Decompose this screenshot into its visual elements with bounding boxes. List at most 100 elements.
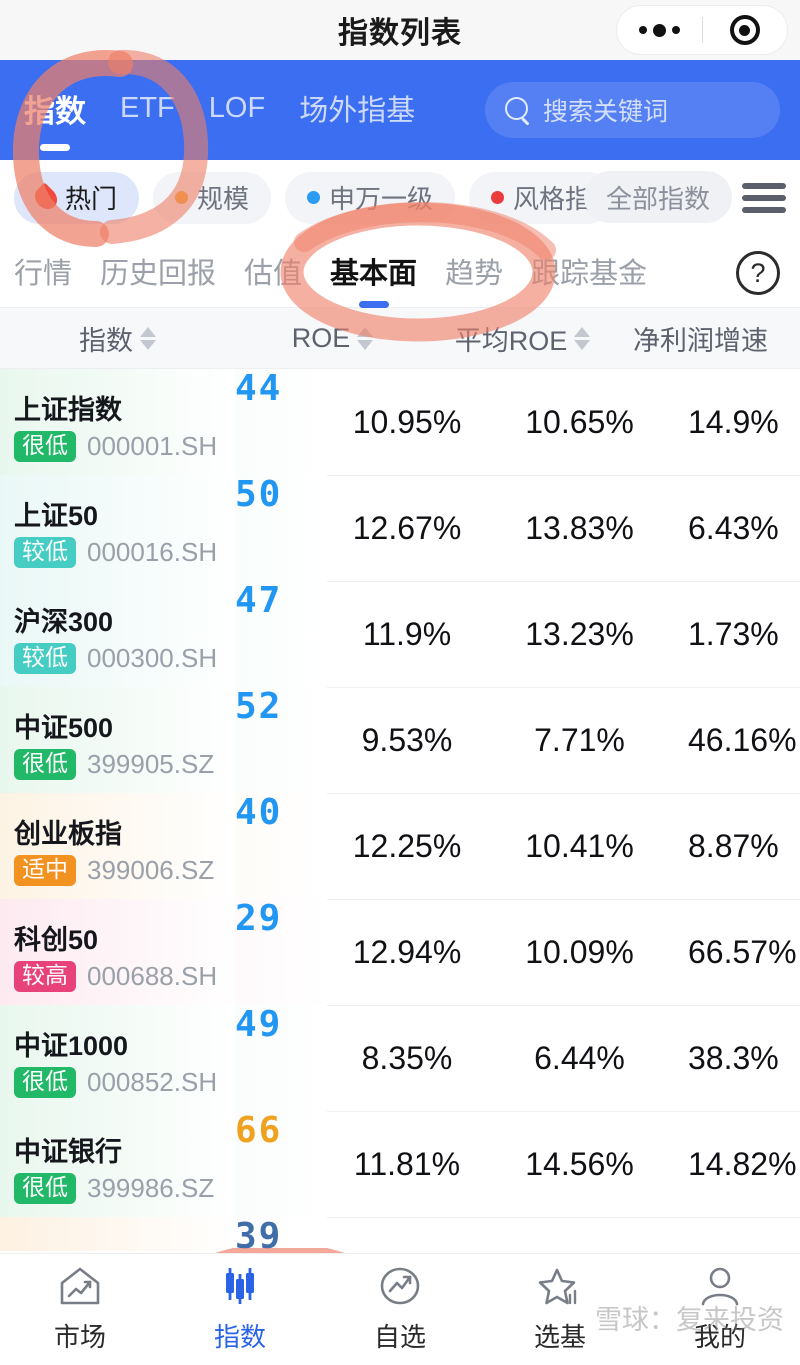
candlestick-icon [217,1265,263,1307]
avg-roe-cell: 7.71% [534,721,625,758]
table-row[interactable]: 中证银行 很低 399986.SZ 66 11.81% 14.56% 14.82% [0,1111,800,1217]
column-header-index[interactable]: 指数 [0,319,235,358]
lcd-score: 47 [235,580,283,621]
subtab-historical-return[interactable]: 历史回报 [100,250,216,292]
score-cell: 52 [235,687,327,793]
profit-growth-cell: 14.9% [688,403,779,440]
table-row[interactable]: 沪深300 较低 000300.SH 47 11.9% 13.23% 1.73% [0,581,800,687]
chip-label: 风格指 [513,184,592,214]
help-icon[interactable]: ? [736,251,780,295]
subtab-valuation[interactable]: 估值 [244,250,302,292]
nav-tab-lof[interactable]: LOF [209,92,265,129]
nav-tab-etf[interactable]: ETF [120,92,175,129]
table-row[interactable]: 39 [0,1217,800,1251]
page-title: 指数列表 [338,17,462,50]
table-row[interactable]: 上证50 较低 000016.SH 50 12.67% 13.83% 6.43% [0,475,800,581]
avg-roe-cell: 10.09% [525,933,634,970]
index-code: 000688.SH [87,960,218,991]
chip-scale[interactable]: 规模 [153,171,272,224]
chip-label: 申万一级 [329,184,434,214]
index-name-cell[interactable] [0,1217,235,1251]
bottom-tab-bar: 市场 指数 自选 选基 我的 [0,1253,800,1365]
lcd-score: 39 [235,1217,283,1252]
avg-roe-cell: 13.83% [525,509,634,546]
index-name-cell[interactable]: 中证500 很低 399905.SZ [0,687,235,793]
lcd-score: 52 [235,686,283,727]
score-cell: 40 [235,793,327,899]
index-name-cell[interactable]: 沪深300 较低 000300.SH [0,581,235,687]
valuation-badge: 很低 [14,1172,76,1204]
search-icon [505,97,531,123]
subtab-quotes[interactable]: 行情 [14,250,72,292]
index-name-cell[interactable]: 科创50 较高 000688.SH [0,899,235,1005]
tabbar-label: 我的 [693,1322,746,1352]
index-name-cell[interactable]: 创业板指 适中 399006.SZ [0,793,235,899]
profit-growth-cell: 6.43% [688,509,779,546]
index-code: 000300.SH [87,642,218,673]
person-icon [697,1265,743,1307]
tabbar-label: 市场 [53,1322,106,1352]
subtab-tracking-funds[interactable]: 跟踪基金 [531,250,647,292]
search-input[interactable]: 搜索关键词 [485,82,780,138]
subtab-trend[interactable]: 趋势 [445,250,503,292]
avg-roe-cell: 10.41% [525,827,634,864]
index-name-cell[interactable]: 中证1000 很低 000852.SH [0,1005,235,1111]
chip-all-indexes[interactable]: 全部指数 [583,171,732,223]
column-header-avg-roe[interactable]: 平均ROE [430,319,615,358]
profit-growth-cell: 66.57% [688,933,797,970]
table-row[interactable]: 创业板指 适中 399006.SZ 40 12.25% 10.41% 8.87% [0,793,800,899]
score-cell: 44 [235,369,327,475]
roe-cell: 12.94% [352,933,462,970]
column-header-profit-growth[interactable]: 净利润增速 [615,319,800,358]
chip-label: 规模 [197,184,250,214]
index-name-cell[interactable]: 上证50 较低 000016.SH [0,475,235,581]
primary-nav-tabs: 指数 ETF LOF 场外指基 [24,86,415,135]
sort-icon[interactable] [140,326,156,350]
avg-roe-cell: 6.44% [534,1039,625,1076]
nav-tab-otc-index-fund[interactable]: 场外指基 [299,87,415,133]
hamburger-menu-icon[interactable] [742,183,786,213]
miniprogram-capsule[interactable] [616,5,788,55]
table-row[interactable]: 科创50 较高 000688.SH 29 12.94% 10.09% 66.57% [0,899,800,1005]
table-row[interactable]: 上证指数 很低 000001.SH 44 10.95% 10.65% 14.9% [0,369,800,475]
subtab-fundamentals[interactable]: 基本面 [330,250,417,292]
valuation-badge: 适中 [14,854,76,886]
tabbar-item-fund-picker[interactable]: 选基 [480,1265,640,1354]
tabbar-item-market[interactable]: 市场 [0,1265,160,1354]
chip-shenwan-level1[interactable]: 申万一级 [285,171,456,224]
sort-icon[interactable] [574,326,591,350]
index-code: 399986.SZ [87,1172,215,1203]
profit-growth-cell: 1.73% [688,615,779,652]
table-row[interactable]: 中证500 很低 399905.SZ 52 9.53% 7.71% 46.16% [0,687,800,793]
index-code: 399905.SZ [87,748,215,779]
score-cell: 47 [235,581,327,687]
valuation-badge: 很低 [14,1066,76,1098]
roe-cell: 11.9% [362,615,452,652]
lcd-score: 66 [235,1110,283,1151]
more-dots-icon[interactable] [618,23,702,37]
chip-label: 热门 [65,184,118,214]
column-header-roe[interactable]: ROE [235,323,430,354]
tabbar-item-mine[interactable]: 我的 [640,1265,800,1354]
chip-hot[interactable]: 热门 [14,171,140,224]
valuation-badge: 很低 [14,748,76,780]
table-row[interactable]: 中证1000 很低 000852.SH 49 8.35% 6.44% 38.3% [0,1005,800,1111]
search-placeholder: 搜索关键词 [543,98,669,126]
nav-tab-index[interactable]: 指数 [24,86,86,135]
index-name: 沪深300 [14,606,114,637]
profit-growth-cell: 8.87% [688,827,779,864]
index-name-cell[interactable]: 上证指数 很低 000001.SH [0,369,235,475]
tabbar-item-watchlist[interactable]: 自选 [320,1265,480,1354]
roe-cell: 10.95% [352,403,462,440]
category-chips-row: 热门 规模 申万一级 风格指 全部指数 [0,160,800,235]
sort-icon[interactable] [357,326,374,350]
column-header-label: 指数 [79,325,133,356]
target-circle-icon[interactable] [703,15,787,45]
index-name-cell[interactable]: 中证银行 很低 399986.SZ [0,1111,235,1217]
index-name: 上证指数 [14,394,122,425]
lcd-score: 49 [235,1004,283,1045]
tabbar-item-index[interactable]: 指数 [160,1265,320,1354]
index-code: 000016.SH [87,536,218,567]
score-cell: 49 [235,1005,327,1111]
valuation-badge: 较高 [14,960,76,992]
